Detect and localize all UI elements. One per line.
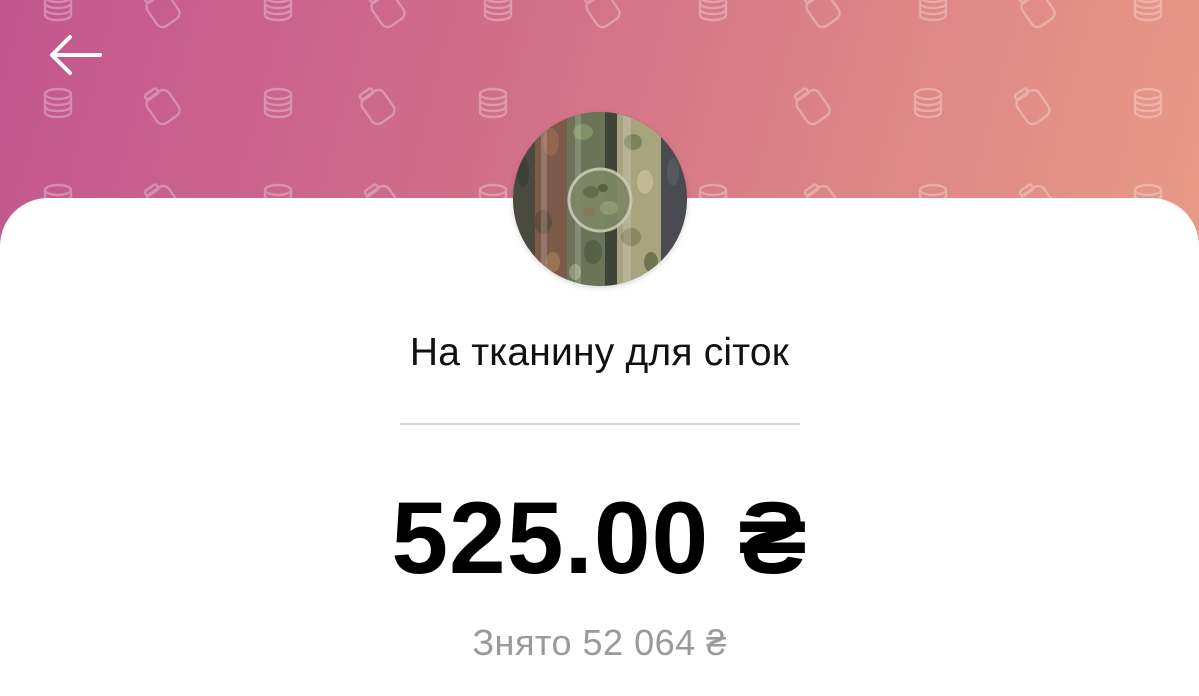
divider — [400, 423, 800, 425]
jar-avatar — [513, 112, 687, 286]
jar-title: На тканину для сіток — [409, 331, 790, 374]
jar-screen: На тканину для сіток 525.00 ₴ Знято 52 0… — [0, 0, 1199, 696]
back-button[interactable] — [40, 28, 110, 82]
jar-balance-amount: 525.00 ₴ — [391, 481, 808, 595]
camouflage-fabric-image — [513, 112, 687, 286]
arrow-left-icon — [50, 35, 102, 75]
withdrawn-amount: Знято 52 064 ₴ — [472, 622, 727, 663]
